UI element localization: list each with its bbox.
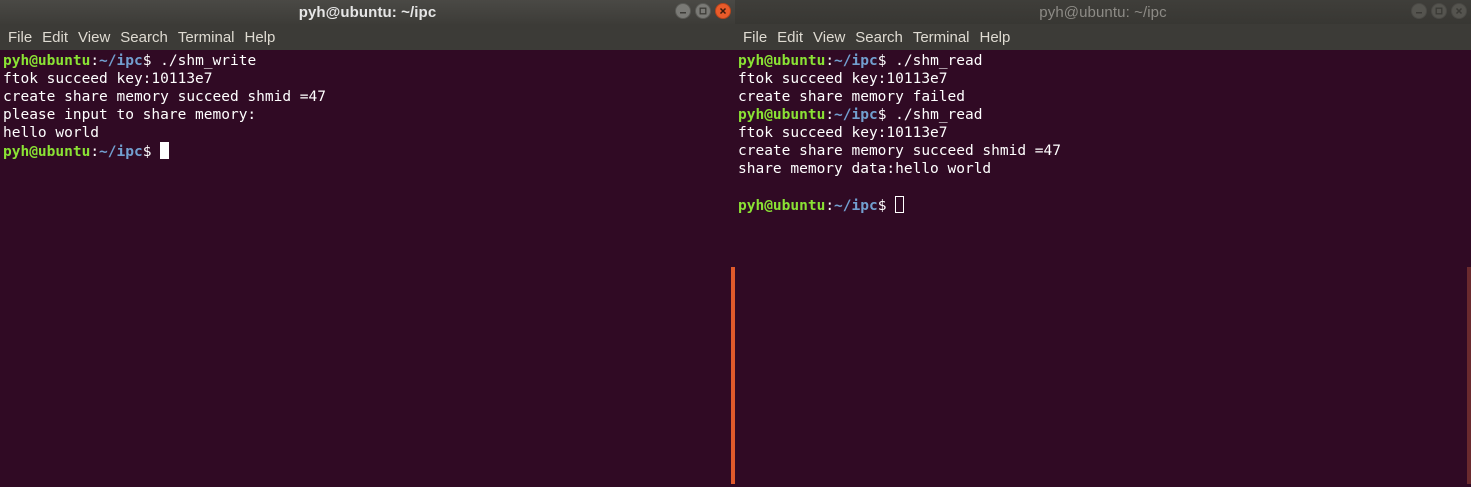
output-text: ftok succeed key:10113e7 [3,71,213,87]
output-text: please input to share memory: [3,107,257,123]
prompt-path: ~/ipc [834,107,878,123]
prompt-user-host: pyh@ubuntu [738,198,826,214]
output-text: create share memory failed [738,89,965,105]
terminal-window-left[interactable]: pyh@ubuntu: ~/ipc File Edit View Search Term… [0,0,735,487]
prompt-path: ~/ipc [834,53,878,69]
prompt-path: ~/ipc [99,144,143,160]
window-controls [675,3,731,19]
menu-item-terminal[interactable]: Terminal [173,24,240,50]
menu-item-view[interactable]: View [808,24,850,50]
prompt-line: pyh@ubuntu:~/ipc$ [738,196,1471,214]
output-line: ftok succeed key:10113e7 [738,124,1471,142]
prompt-dollar: $ [877,198,896,214]
command-text: ./shm_write [160,53,257,69]
prompt-path: ~/ipc [834,198,878,214]
terminal-output-right[interactable]: pyh@ubuntu:~/ipc$ ./shm_read ftok succeed… [735,50,1471,487]
menubar-left: File Edit View Search Terminal Help [0,24,735,50]
output-text: ftok succeed key:10113e7 [738,71,948,87]
menu-item-edit[interactable]: Edit [772,24,808,50]
prompt-colon: : [90,53,100,69]
prompt-dollar: $ [142,144,161,160]
command-text: ./shm_read [895,107,983,123]
terminal-output-left[interactable]: pyh@ubuntu:~/ipc$ ./shm_write ftok succee… [0,50,735,487]
menu-item-terminal[interactable]: Terminal [908,24,975,50]
close-icon[interactable] [1451,3,1467,19]
menu-item-file[interactable]: File [738,24,772,50]
menu-item-view[interactable]: View [73,24,115,50]
prompt-line: pyh@ubuntu:~/ipc$ [3,142,735,160]
window-title: pyh@ubuntu: ~/ipc [1039,3,1167,21]
output-text: create share memory succeed shmid =47 [3,89,327,105]
cursor [895,196,905,213]
menubar-right: File Edit View Search Terminal Help [735,24,1471,50]
prompt-user-host: pyh@ubuntu [738,53,826,69]
prompt-line: pyh@ubuntu:~/ipc$ ./shm_write [3,52,735,70]
menu-item-search[interactable]: Search [850,24,908,50]
prompt-colon: : [825,107,835,123]
prompt-line: pyh@ubuntu:~/ipc$ ./shm_read [738,106,1471,124]
command-text: ./shm_read [895,53,983,69]
menu-item-help[interactable]: Help [240,24,281,50]
close-icon[interactable] [715,3,731,19]
output-line: create share memory succeed shmid =47 [3,88,735,106]
prompt-colon: : [825,198,835,214]
output-text: ftok succeed key:10113e7 [738,125,948,141]
titlebar-left[interactable]: pyh@ubuntu: ~/ipc [0,0,735,24]
output-line: hello world [3,124,735,142]
prompt-user-host: pyh@ubuntu [3,144,91,160]
output-text: create share memory succeed shmid =47 [738,143,1062,159]
titlebar-right[interactable]: pyh@ubuntu: ~/ipc [735,0,1471,24]
output-text: hello world [3,125,100,141]
prompt-dollar: $ [142,53,161,69]
cursor [160,142,170,159]
prompt-user-host: pyh@ubuntu [738,107,826,123]
output-line: ftok succeed key:10113e7 [738,70,1471,88]
window-controls [1411,3,1467,19]
prompt-line: pyh@ubuntu:~/ipc$ ./shm_read [738,52,1471,70]
output-line: create share memory succeed shmid =47 [738,142,1471,160]
maximize-icon[interactable] [1431,3,1447,19]
output-line: share memory data:hello world [738,160,1471,178]
output-text: share memory data:hello world [738,161,992,177]
menu-item-help[interactable]: Help [975,24,1016,50]
prompt-colon: : [90,144,100,160]
output-line: please input to share memory: [3,106,735,124]
minimize-icon[interactable] [1411,3,1427,19]
prompt-dollar: $ [877,107,896,123]
minimize-icon[interactable] [675,3,691,19]
prompt-colon: : [825,53,835,69]
output-line: create share memory failed [738,88,1471,106]
desktop: pyh@ubuntu: ~/ipc File Edit View Search Term… [0,0,1471,487]
prompt-dollar: $ [877,53,896,69]
output-line: ftok succeed key:10113e7 [3,70,735,88]
menu-item-edit[interactable]: Edit [37,24,73,50]
scroll-indicator[interactable] [1467,267,1471,484]
menu-item-file[interactable]: File [3,24,37,50]
terminal-window-right[interactable]: pyh@ubuntu: ~/ipc File Edit View Search Term… [735,0,1471,487]
maximize-icon[interactable] [695,3,711,19]
prompt-user-host: pyh@ubuntu [3,53,91,69]
window-title: pyh@ubuntu: ~/ipc [298,3,437,21]
menu-item-search[interactable]: Search [115,24,173,50]
prompt-path: ~/ipc [99,53,143,69]
